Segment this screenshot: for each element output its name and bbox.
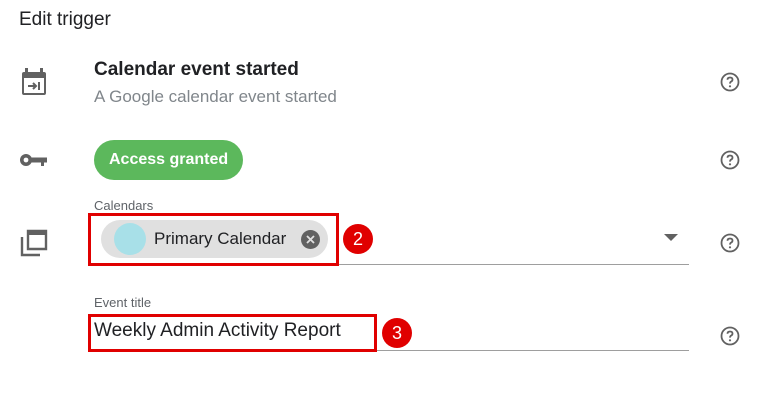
event-title-field-underline <box>376 350 689 351</box>
calendars-field-underline <box>330 264 689 265</box>
help-icon[interactable] <box>720 233 740 253</box>
help-icon[interactable] <box>720 72 740 92</box>
help-icon[interactable] <box>720 150 740 170</box>
access-granted-badge: Access granted <box>94 140 244 180</box>
trigger-name: Calendar event started <box>94 59 299 80</box>
key-icon <box>19 145 49 175</box>
annotation-number-2: 2 <box>343 224 373 254</box>
calendar-stack-icon <box>19 228 49 258</box>
dropdown-arrow-icon[interactable] <box>664 234 678 241</box>
help-icon[interactable] <box>720 326 740 346</box>
calendars-label: Calendars <box>94 198 154 213</box>
calendar-trigger-icon <box>19 67 49 97</box>
page-title: Edit trigger <box>19 9 111 30</box>
annotation-number-3: 3 <box>382 318 412 348</box>
trigger-description: A Google calendar event started <box>94 87 337 106</box>
annotation-box-calendars <box>88 213 339 266</box>
annotation-box-event-title <box>88 314 377 352</box>
event-title-label: Event title <box>94 295 152 310</box>
